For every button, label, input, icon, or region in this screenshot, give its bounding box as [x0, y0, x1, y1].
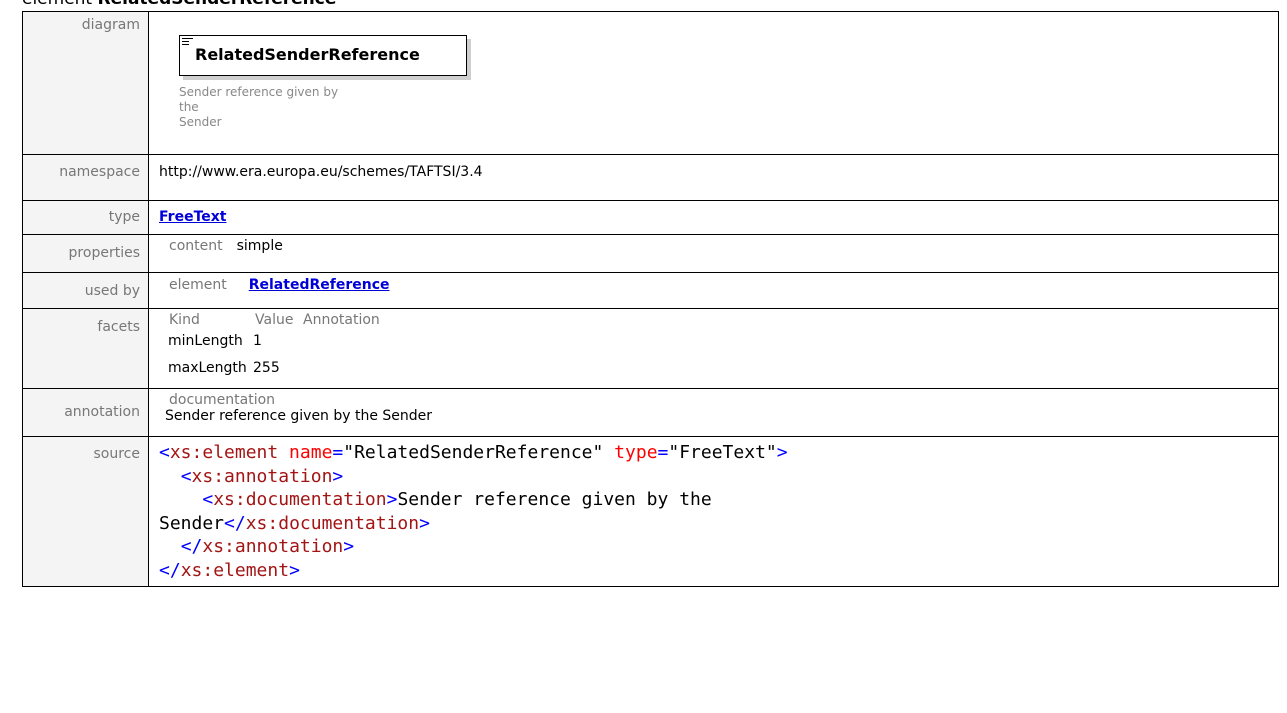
source-cell: <xs:element name="RelatedSenderReference…: [148, 436, 1279, 587]
diagram-cell: RelatedSenderReference Sender reference …: [148, 11, 1279, 155]
label-namespace: namespace: [22, 154, 149, 201]
element-doc-table: diagram RelatedSenderReference Sender re…: [22, 11, 1279, 587]
label-annotation: annotation: [22, 388, 149, 437]
facet-kind: minLength: [168, 333, 243, 349]
label-properties: properties: [22, 234, 149, 273]
properties-value: simple: [236, 238, 283, 254]
facet-row: maxLength 255: [149, 360, 1278, 376]
diagram-description-line2: Sender: [179, 115, 222, 129]
facets-header-value: Value: [255, 312, 294, 328]
used-by-link[interactable]: RelatedReference: [249, 277, 390, 293]
row-properties: properties content simple: [22, 234, 1279, 273]
facets-header-annotation: Annotation: [303, 312, 380, 328]
label-type: type: [22, 200, 149, 235]
source-code: <xs:element name="RelatedSenderReference…: [159, 442, 788, 581]
row-type: type FreeText: [22, 200, 1279, 235]
properties-key: content: [169, 238, 223, 254]
label-facets: facets: [22, 308, 149, 389]
type-link[interactable]: FreeText: [159, 209, 226, 225]
diagram-element-box[interactable]: RelatedSenderReference: [179, 35, 467, 76]
row-annotation: annotation documentation Sender referenc…: [22, 388, 1279, 437]
title-prefix: element: [22, 0, 92, 9]
diagram-description: Sender reference given by the Sender: [179, 85, 359, 130]
facet-row: minLength 1: [149, 333, 1278, 349]
title-name: RelatedSenderReference: [98, 0, 337, 9]
documentation-icon: [182, 38, 193, 47]
row-used-by: used by element RelatedReference: [22, 272, 1279, 309]
facets-table: Kind Value Annotation minLength 1 maxLength…: [148, 308, 1279, 389]
diagram-description-line1: Sender reference given by the: [179, 85, 339, 114]
facet-value: 255: [253, 360, 280, 376]
annotation-value: Sender reference given by the Sender: [165, 408, 433, 424]
diagram: RelatedSenderReference Sender reference …: [149, 12, 1278, 154]
page-title: element RelatedSenderReference: [22, 0, 336, 9]
row-namespace: namespace http://www.era.europa.eu/schem…: [22, 154, 1279, 201]
row-diagram: diagram RelatedSenderReference Sender re…: [22, 11, 1279, 155]
diagram-element-name: RelatedSenderReference: [195, 45, 420, 64]
label-used-by: used by: [22, 272, 149, 309]
facets-header-kind: Kind: [169, 312, 200, 328]
annotation-key: documentation: [169, 392, 276, 408]
facet-value: 1: [253, 333, 262, 349]
row-source: source <xs:element name="RelatedSenderRe…: [22, 436, 1279, 587]
used-by-key: element: [169, 277, 227, 293]
facet-kind: maxLength: [168, 360, 247, 376]
namespace-value: http://www.era.europa.eu/schemes/TAFTSI/…: [148, 154, 1279, 201]
label-diagram: diagram: [22, 11, 149, 155]
facets-header: Kind Value Annotation: [149, 312, 1278, 328]
label-source: source: [22, 436, 149, 587]
row-facets: facets Kind Value Annotation minLength 1 ma…: [22, 308, 1279, 389]
